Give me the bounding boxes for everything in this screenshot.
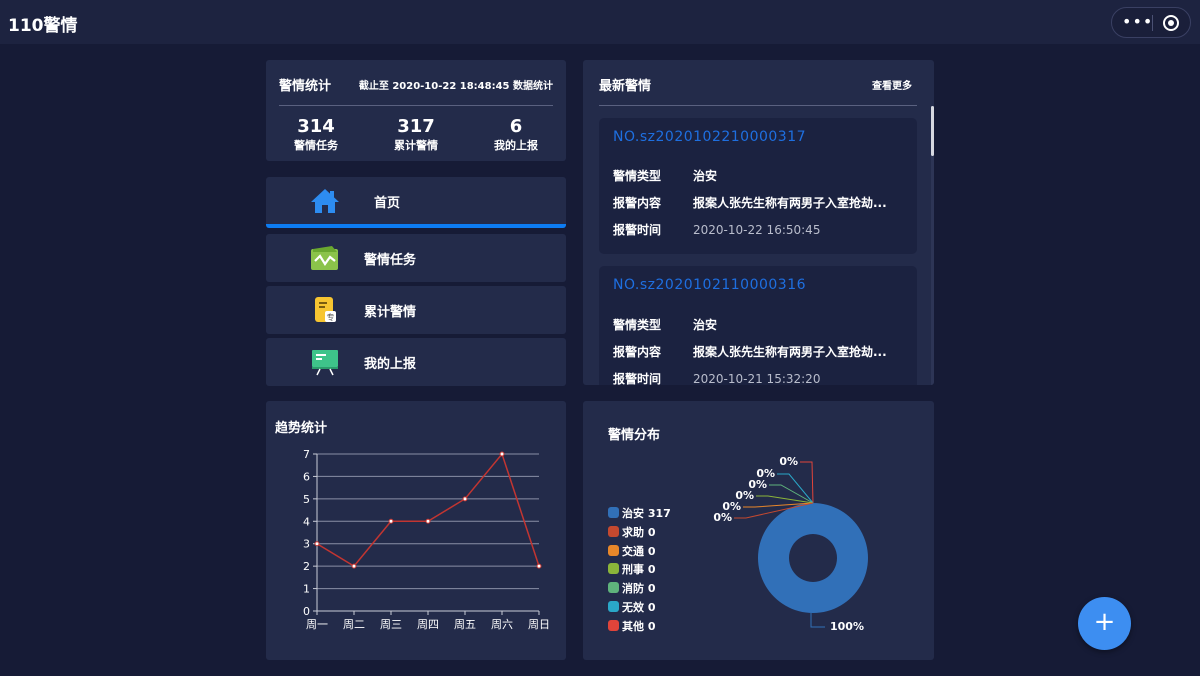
view-more-link[interactable]: 查看更多 [872,77,912,92]
data-point [314,541,320,547]
nav-label: 我的上报 [364,357,417,372]
nav-item-tasks[interactable]: 警情任务 [266,234,566,282]
label-leader-line [769,484,814,504]
distribution-card: 警情分布 治安 317 求助 0 交通 0 刑事 0 消防 0 无效 0 其他 0 100%… [583,401,934,660]
data-point [351,563,357,569]
alerts-title: 最新警情 [599,79,652,94]
slice-percent-label: 100% [830,620,864,633]
add-button[interactable]: + [1078,597,1131,650]
data-point [499,451,505,457]
field-label: 报警内容 [613,345,662,359]
nav-label: 首页 [374,196,401,211]
x-tick-label: 周一 [306,618,328,631]
field-label: 警情类型 [613,318,662,332]
label-leader-line [810,613,825,628]
home-icon [311,189,339,213]
alert-type-row: 警情类型 治安 [613,316,717,333]
field-value: 2020-10-21 15:32:20 [693,372,821,385]
pie-slice [757,503,868,613]
stats-card: 警情统计 截止至 2020-10-22 18:48:45 数据统计 314 警情… [266,60,566,161]
data-point [388,518,394,524]
plus-icon: + [1093,607,1116,637]
stat-value: 317 [397,116,435,137]
active-indicator [266,224,566,228]
stat-total: 317 累计警情 [366,116,466,154]
x-tick-label: 周六 [491,618,513,631]
alert-content-row: 报警内容 报案人张先生称有两男子入室抢劫... [613,194,887,211]
nav-label: 累计警情 [364,305,417,320]
more-dots-icon[interactable]: ••• [1122,13,1152,31]
target-close-icon[interactable] [1163,15,1179,31]
stat-mine: 6 我的上报 [466,116,566,154]
nav-label: 警情任务 [364,253,417,268]
field-label: 报警内容 [613,196,662,210]
document-icon: 专 [315,297,336,322]
alert-time-row: 报警时间 2020-10-21 15:32:20 [613,370,820,385]
x-tick-label: 周二 [343,618,365,631]
nav-item-reports[interactable]: 我的上报 [266,338,566,386]
field-value: 2020-10-22 16:50:45 [693,223,821,237]
alert-item[interactable]: NO.sz2020102210000317 警情类型 治安 报警内容 报案人张先生称… [599,118,917,254]
data-point [462,496,468,502]
field-label: 警情类型 [613,169,662,183]
x-tick-label: 周三 [380,618,402,631]
field-value: 治安 [693,169,718,183]
stats-title: 警情统计 [279,79,332,94]
series-line [316,452,540,568]
field-value: 报案人张先生称有两男子入室抢劫... [693,196,887,210]
data-point [425,518,431,524]
latest-alerts-card: 最新警情 查看更多 NO.sz2020102210000317 警情类型 治安 报… [583,60,934,385]
y-tick-label: 0 [303,605,310,618]
capsule-divider [1152,15,1153,31]
app-title: 110警情 [8,16,78,36]
stat-value: 6 [509,116,523,137]
alert-number: NO.sz2020102210000317 [613,129,807,145]
task-icon [311,246,338,270]
scrollbar-thumb[interactable] [931,106,934,156]
alert-item[interactable]: NO.sz2020102110000316 警情类型 治安 报警内容 报案人张先生称… [599,266,917,385]
stat-value: 314 [297,116,335,137]
nav-item-home[interactable]: 首页 [266,177,566,228]
data-point [536,563,542,569]
nav-item-total[interactable]: 专 累计警情 [266,286,566,334]
divider [599,105,917,106]
y-tick-label: 2 [303,560,310,573]
y-tick-label: 1 [303,583,310,596]
board-icon [312,350,338,376]
distribution-pie-chart: 100%0%0%0%0%0%0% [713,455,868,633]
field-label: 报警时间 [613,372,662,385]
field-value: 治安 [693,318,718,332]
label-leader-line [756,495,814,504]
trend-line-chart: 0 1 2 3 4 5 6 7 周一 周二 周三 周四 周五 周六 周日 [303,448,550,631]
trend-card: 趋势统计 0 1 2 3 4 5 6 7 周一 周二 周三 周四 周五 周六 周日 [266,401,566,660]
stat-label: 我的上报 [494,139,538,152]
slice-percent-label: 0% [713,511,732,524]
stat-label: 警情任务 [294,139,338,152]
y-tick-label: 6 [303,470,310,483]
field-label: 报警时间 [613,223,662,237]
title-bar: 110警情 ••• [0,0,1200,44]
x-tick-label: 周日 [528,618,550,631]
alert-number: NO.sz2020102110000316 [613,277,807,293]
y-tick-label: 7 [303,448,310,461]
y-tick-label: 4 [303,515,310,528]
svg-text:专: 专 [327,312,335,322]
y-tick-label: 5 [303,493,310,506]
stat-label: 累计警情 [394,139,438,152]
stats-date: 截止至 2020-10-22 18:48:45 数据统计 [358,81,553,92]
alert-content-row: 报警内容 报案人张先生称有两男子入室抢劫... [613,343,887,360]
y-tick-label: 3 [303,538,310,551]
field-value: 报案人张先生称有两男子入室抢劫... [693,345,887,359]
mini-program-capsule: ••• [1111,7,1191,38]
slice-percent-label: 0% [779,455,798,468]
divider [279,105,553,106]
alert-type-row: 警情类型 治安 [613,167,717,184]
alert-time-row: 报警时间 2020-10-22 16:50:45 [613,221,820,238]
x-tick-label: 周五 [454,618,476,631]
x-tick-label: 周四 [417,618,439,631]
stat-task: 314 警情任务 [266,116,366,154]
